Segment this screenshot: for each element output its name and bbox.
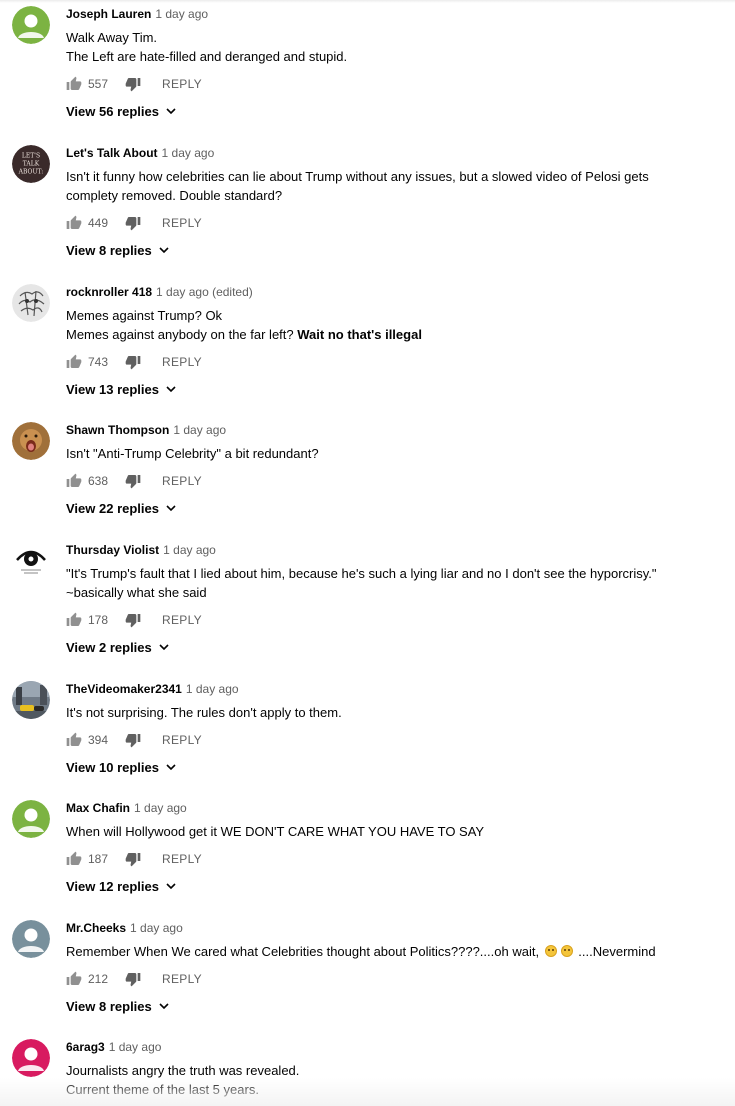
- author-name[interactable]: 6arag3: [66, 1040, 105, 1054]
- comment-text: Memes against Trump? Ok Memes against an…: [66, 308, 422, 342]
- comment-text: Isn't "Anti-Trump Celebrity" a bit redun…: [66, 446, 319, 461]
- reply-button[interactable]: REPLY: [162, 852, 202, 866]
- comment-text: Remember When We cared what Celebrities …: [66, 944, 656, 959]
- author-name[interactable]: Let's Talk About: [66, 146, 158, 160]
- author-name[interactable]: Shawn Thompson: [66, 423, 169, 437]
- comment-text: It's not surprising. The rules don't app…: [66, 705, 342, 720]
- comment-text: Isn't it funny how celebrities can lie a…: [66, 169, 649, 203]
- comment-actions: 743 REPLY: [66, 353, 727, 371]
- chevron-down-icon: [165, 761, 177, 773]
- chevron-down-icon: [165, 502, 177, 514]
- svg-text:TALK: TALK: [23, 161, 40, 168]
- author-avatar[interactable]: [12, 1039, 50, 1077]
- chevron-down-icon: [165, 383, 177, 395]
- author-name[interactable]: Max Chafin: [66, 801, 130, 815]
- svg-text:ABOUT:: ABOUT:: [18, 169, 44, 176]
- like-count: 638: [88, 474, 109, 488]
- comment-timestamp[interactable]: 1 day ago: [134, 801, 187, 815]
- author-name[interactable]: Mr.Cheeks: [66, 921, 126, 935]
- chevron-down-icon: [165, 105, 177, 117]
- thumbs-up-icon[interactable]: [66, 354, 82, 370]
- author-name[interactable]: Thursday Violist: [66, 543, 159, 557]
- comment-actions: 212 REPLY: [66, 970, 727, 988]
- author-avatar[interactable]: [12, 920, 50, 958]
- reply-button[interactable]: REPLY: [162, 613, 202, 627]
- comment-actions: 187 REPLY: [66, 850, 727, 868]
- comment-timestamp[interactable]: 1 day ago: [130, 921, 183, 935]
- comment-timestamp[interactable]: 1 day ago (edited): [156, 285, 253, 299]
- author-avatar[interactable]: [12, 6, 50, 44]
- comment-actions: 557 REPLY: [66, 75, 727, 93]
- thumbs-up-icon[interactable]: [66, 971, 82, 987]
- thumbs-up-icon[interactable]: [66, 612, 82, 628]
- comment-text: When will Hollywood get it WE DON'T CARE…: [66, 824, 485, 839]
- thumbs-down-icon[interactable]: [125, 354, 141, 370]
- chevron-down-icon: [158, 641, 170, 653]
- comment-timestamp[interactable]: 1 day ago: [173, 423, 226, 437]
- thumbs-up-icon[interactable]: [66, 76, 82, 92]
- author-avatar[interactable]: [12, 681, 50, 719]
- view-replies-button[interactable]: View 22 replies: [66, 499, 177, 517]
- author-avatar[interactable]: [12, 422, 50, 460]
- comment-actions: 394 REPLY: [66, 731, 727, 749]
- reply-button[interactable]: REPLY: [162, 733, 202, 747]
- view-replies-button[interactable]: View 8 replies: [66, 997, 170, 1015]
- like-count: 178: [88, 613, 109, 627]
- view-replies-button[interactable]: View 56 replies: [66, 102, 177, 120]
- like-count: 449: [88, 216, 109, 230]
- author-avatar[interactable]: LET'S TALK ABOUT:: [12, 145, 50, 183]
- reply-button[interactable]: REPLY: [162, 77, 202, 91]
- author-avatar[interactable]: [12, 284, 50, 322]
- reply-button[interactable]: REPLY: [162, 216, 202, 230]
- comment-actions: 178 REPLY: [66, 611, 727, 629]
- svg-text:LET'S: LET'S: [22, 153, 40, 160]
- chevron-down-icon: [158, 244, 170, 256]
- comment-timestamp[interactable]: 1 day ago: [162, 146, 215, 160]
- comment-actions: 638 REPLY: [66, 472, 727, 490]
- thumbs-up-icon[interactable]: [66, 473, 82, 489]
- like-count: 557: [88, 77, 109, 91]
- view-replies-button[interactable]: View 8 replies: [66, 241, 170, 259]
- comment-text: "It's Trump's fault that I lied about hi…: [66, 566, 657, 600]
- comment-timestamp[interactable]: 1 day ago: [186, 682, 239, 696]
- like-count: 187: [88, 852, 109, 866]
- comment-timestamp[interactable]: 1 day ago: [155, 7, 208, 21]
- reply-button[interactable]: REPLY: [162, 355, 202, 369]
- author-name[interactable]: TheVideomaker2341: [66, 682, 182, 696]
- author-avatar[interactable]: [12, 542, 50, 580]
- view-replies-button[interactable]: View 2 replies: [66, 638, 170, 656]
- view-replies-button[interactable]: View 13 replies: [66, 380, 177, 398]
- top-shadow: [0, 0, 735, 3]
- view-replies-button[interactable]: View 10 replies: [66, 758, 177, 776]
- comment-timestamp[interactable]: 1 day ago: [109, 1040, 162, 1054]
- thumbs-down-icon[interactable]: [125, 215, 141, 231]
- chevron-down-icon: [165, 880, 177, 892]
- reply-button[interactable]: REPLY: [162, 972, 202, 986]
- comment-text: Walk Away Tim. The Left are hate-filled …: [66, 30, 348, 64]
- chevron-down-icon: [158, 1000, 170, 1012]
- thumbs-up-icon[interactable]: [66, 732, 82, 748]
- thumbs-down-icon[interactable]: [125, 971, 141, 987]
- thumbs-up-icon[interactable]: [66, 851, 82, 867]
- thumbs-down-icon[interactable]: [125, 612, 141, 628]
- like-count: 212: [88, 972, 109, 986]
- comment-text: Journalists angry the truth was revealed…: [66, 1063, 300, 1097]
- thumbs-up-icon[interactable]: [66, 215, 82, 231]
- flushed-face-emoji-icon: [560, 945, 573, 957]
- author-avatar[interactable]: [12, 800, 50, 838]
- like-count: 394: [88, 733, 109, 747]
- flushed-face-emoji-icon: [544, 945, 557, 957]
- view-replies-button[interactable]: View 12 replies: [66, 877, 177, 895]
- thumbs-down-icon[interactable]: [125, 473, 141, 489]
- author-name[interactable]: rocknroller 418: [66, 285, 152, 299]
- thumbs-down-icon[interactable]: [125, 732, 141, 748]
- thumbs-down-icon[interactable]: [125, 76, 141, 92]
- author-name[interactable]: Joseph Lauren: [66, 7, 151, 21]
- reply-button[interactable]: REPLY: [162, 474, 202, 488]
- like-count: 743: [88, 355, 109, 369]
- comment-timestamp[interactable]: 1 day ago: [163, 543, 216, 557]
- comment-actions: 449 REPLY: [66, 214, 727, 232]
- thumbs-down-icon[interactable]: [125, 851, 141, 867]
